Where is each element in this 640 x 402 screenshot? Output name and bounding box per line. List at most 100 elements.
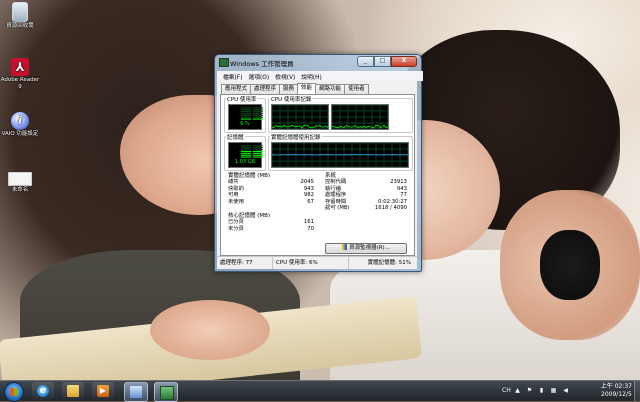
- maximize-button[interactable]: □: [374, 56, 391, 67]
- resource-monitor-label: 資源監視器(R)...: [349, 245, 390, 251]
- tab-applications[interactable]: 應用程式: [221, 84, 252, 94]
- menu-help[interactable]: 說明(H): [301, 72, 321, 81]
- meter-segment: [253, 112, 263, 115]
- physical-memory-stats: 實體記憶體 (MB) 總共 2045 快取的 943 可用 982 未使用 67: [228, 173, 314, 205]
- menu-file[interactable]: 檔案(F): [223, 72, 242, 81]
- meter-segment: [241, 109, 251, 111]
- desktop-icon-label: VAIO 功能設定: [1, 131, 39, 137]
- meter-segment: [241, 114, 251, 116]
- status-memory: 實體記憶體: 51%: [367, 260, 411, 266]
- media-player-icon: ▶: [97, 385, 109, 397]
- tab-processes[interactable]: 處理程序: [250, 84, 281, 94]
- meter-segment: [253, 118, 263, 120]
- adobe-reader-icon: ⅄: [11, 58, 29, 76]
- power-battery-icon[interactable]: ▮: [538, 387, 545, 394]
- stat-row: 未使用 67: [228, 199, 314, 205]
- meter-segment: [241, 112, 251, 115]
- network-status-icon[interactable]: ▦: [550, 387, 557, 394]
- close-button[interactable]: X: [391, 56, 417, 67]
- internet-explorer-icon: e: [37, 385, 49, 397]
- meter-segment: [253, 149, 263, 151]
- task-manager-icon: [160, 386, 174, 400]
- graph-trace: [272, 154, 408, 156]
- title-bar[interactable]: Windows 工作管理員 _ □ X: [215, 55, 421, 69]
- status-bar: 處理程序: 77 CPU 使用率: 6% 實體記憶體: 51%: [217, 256, 417, 269]
- memory-history-label: 實體記憶體使用記錄: [270, 133, 322, 141]
- meter-segment: [253, 156, 263, 158]
- taskbar-windows-explorer[interactable]: [62, 382, 84, 400]
- desktop-icon-recycle-bin[interactable]: 資源回收筒: [0, 2, 40, 30]
- action-center-flag-icon[interactable]: ⚑: [526, 387, 533, 394]
- meter-segment: [253, 111, 263, 113]
- menu-options[interactable]: 選項(O): [248, 72, 269, 81]
- desktop-icon-label: 資源回收筒: [6, 23, 34, 29]
- memory-history-graph: [271, 142, 409, 168]
- show-hidden-icons-icon[interactable]: ▲: [514, 387, 521, 394]
- resource-monitor-button[interactable]: 資源監視器(R)...: [325, 243, 407, 254]
- stat-row: 未分頁 70: [228, 226, 314, 232]
- recycle-bin-icon: [12, 2, 28, 22]
- window-client-area: 應用程式 處理程序 服務 效能 網路功能 使用者 CPU 使用率 6 % CPU…: [217, 81, 417, 269]
- meter-segment: [241, 147, 251, 149]
- cpu-usage-label: CPU 使用率: [226, 95, 258, 103]
- meter-segment: [253, 154, 263, 156]
- cpu-history-label: CPU 使用率記錄: [270, 95, 313, 103]
- task-manager-icon: [219, 58, 229, 67]
- task-manager-window[interactable]: Windows 工作管理員 _ □ X 檔案(F) 選項(O) 檢視(V) 說明…: [214, 54, 423, 272]
- taskbar-network-app[interactable]: [124, 382, 148, 402]
- menu-bar: 檔案(F) 選項(O) 檢視(V) 說明(H): [217, 71, 423, 81]
- meter-segment: [241, 156, 251, 158]
- start-button[interactable]: [4, 382, 24, 402]
- meter-segment: [241, 154, 251, 156]
- status-cpu: CPU 使用率: 6%: [273, 257, 349, 269]
- system-clock[interactable]: 上午 02:37 2009/12/5: [601, 383, 632, 398]
- meter-segment: [241, 111, 251, 113]
- folder-icon: [67, 385, 79, 397]
- cpu-meter-bars: [241, 107, 263, 120]
- stat-value: 67: [307, 198, 314, 205]
- menu-view[interactable]: 檢視(V): [275, 72, 295, 81]
- meter-segment: [253, 114, 263, 116]
- info-icon: i: [11, 112, 29, 130]
- tab-strip: 應用程式 處理程序 服務 效能 網路功能 使用者: [221, 83, 369, 94]
- desktop-icon-untitled[interactable]: 未命名: [0, 172, 40, 194]
- show-desktop-button[interactable]: [634, 381, 640, 401]
- meter-segment: [253, 152, 263, 154]
- meter-segment: [241, 145, 251, 147]
- stat-label: 認可 (MB): [325, 205, 350, 212]
- meter-segment: [253, 147, 263, 149]
- graph-trace: [272, 124, 328, 129]
- meter-segment: [241, 150, 251, 153]
- meter-segment: [253, 107, 263, 109]
- taskbar-internet-explorer[interactable]: e: [32, 382, 54, 400]
- volume-speaker-icon[interactable]: ◀: [562, 387, 569, 394]
- status-processes: 處理程序: 77: [217, 257, 273, 269]
- memory-label: 記憶體: [226, 133, 245, 141]
- meter-segment: [241, 107, 251, 109]
- desktop-icon-vaio[interactable]: i VAIO 功能設定: [0, 112, 40, 138]
- tab-performance[interactable]: 效能: [297, 83, 317, 94]
- tab-networking[interactable]: 網路功能: [315, 84, 346, 94]
- meter-segment: [253, 150, 263, 153]
- tab-services[interactable]: 服務: [279, 84, 299, 94]
- taskbar-task-manager[interactable]: [154, 382, 178, 402]
- clock-time: 上午 02:37: [600, 383, 632, 390]
- stat-label: 未分頁: [228, 225, 244, 232]
- minimize-button[interactable]: _: [357, 56, 374, 67]
- cpu-usage-meter: 6 %: [228, 104, 263, 130]
- memory-meter: 1.03 GB: [228, 142, 263, 168]
- cpu-history-graph-core-1: [271, 104, 329, 130]
- graph-trace: [332, 124, 388, 129]
- taskbar-media-player[interactable]: ▶: [92, 382, 114, 400]
- system-tray: CH ▲ ⚑ ▮ ▦ ◀ 上午 02:37 2009/12/5: [500, 381, 640, 401]
- tab-users[interactable]: 使用者: [344, 84, 369, 94]
- network-icon: [130, 386, 142, 398]
- desktop-icon-adobe-reader[interactable]: ⅄ Adobe Reader 9: [0, 58, 40, 91]
- meter-segment: [241, 152, 251, 154]
- cpu-history-graph-core-2: [331, 104, 389, 130]
- meter-segment: [241, 118, 251, 120]
- meter-segment: [253, 116, 263, 118]
- language-indicator[interactable]: CH: [502, 387, 511, 394]
- kernel-memory-stats: 核心記憶體 (MB) 已分頁 161 未分頁 70: [228, 213, 314, 232]
- system-stats: 系統 控制代碼 23913 執行緒 943 處理程序 77 存留時間 0:02:30:2…: [325, 173, 407, 211]
